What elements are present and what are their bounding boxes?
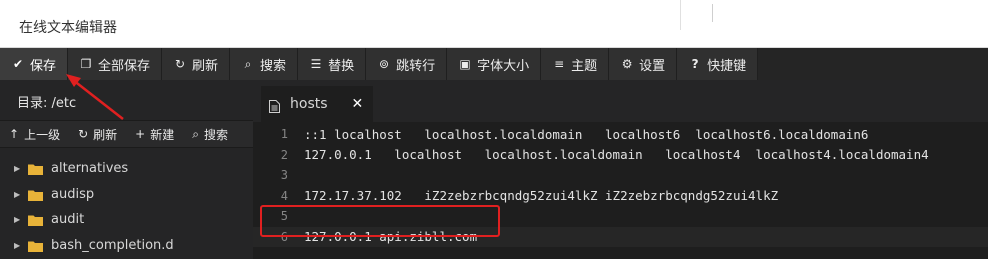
line-text[interactable]: 127.0.0.1 localhost localhost.localdomai… [297,147,929,162]
title-divider-2 [712,4,713,22]
current-directory: 目录: /etc [17,96,77,111]
caret-right-icon[interactable]: ▶ [14,241,28,250]
font-size-button[interactable]: ▣ 字体大小 [447,48,542,80]
tree-item-alternatives[interactable]: ▶ alternatives [0,156,253,182]
caret-right-icon[interactable]: ▶ [14,164,28,173]
gear-icon: ⚙ [621,57,633,71]
title-divider [680,0,681,30]
help-icon: ? [691,57,699,71]
search-icon: ⌕ [192,126,199,141]
editor-tabbar: hosts ✕ [253,80,988,122]
sidebar-search-button[interactable]: ⌕ 搜索 [183,126,237,143]
tab-label: hosts [290,96,328,112]
line-number: 2 [280,147,288,162]
tree-item-label: alternatives [51,161,129,177]
plus-icon: + [135,127,146,141]
tree-item-label: bash_completion.d [51,237,174,253]
line-text[interactable]: 172.17.37.102 iZ2zebzrbcqndg52zui4lkZ iZ… [297,188,778,203]
menu-icon: ≡ [554,57,565,71]
tree-item-label: audisp [51,186,95,202]
file-icon [269,98,280,113]
close-icon[interactable]: ✕ [352,96,364,112]
tree-item-label: audit [51,212,85,228]
line-number: 4 [280,188,288,203]
folder-icon [28,240,43,252]
folder-icon [28,214,43,227]
search-button[interactable]: ⌕ 搜索 [230,48,299,80]
save-all-button[interactable]: ❐ 全部保存 [68,48,163,80]
folder-icon [28,189,43,201]
line-number: 3 [280,168,288,183]
code-line[interactable]: 1 ::1 localhost localhost.localdomain lo… [253,124,988,145]
app-title: 在线文本编辑器 [19,20,117,36]
tree-item-audisp[interactable]: ▶ audisp [0,182,253,208]
line-number: 1 [280,127,288,142]
search-icon: ⌕ [244,56,252,71]
file-tree: ▶ alternatives ▶ audisp ▶ audit ▶ bash_c… [0,148,253,258]
caret-right-icon[interactable]: ▶ [14,190,28,199]
font-size-icon: ▣ [459,57,471,71]
check-icon: ✔ [12,57,24,71]
tree-item-audit[interactable]: ▶ audit [0,207,253,233]
tree-item-bash-completion[interactable]: ▶ bash_completion.d [0,233,253,259]
file-sidebar: 目录: /etc ↑ 上一级 ↻ 刷新 + 新建 ⌕ 搜索 ▶ alternat… [0,80,253,259]
save-button[interactable]: ✔ 保存 [0,48,69,80]
copy-icon: ❐ [80,57,92,71]
replace-icon: ☰ [310,57,322,71]
code-line[interactable]: 2 127.0.0.1 localhost localhost.localdom… [253,145,988,166]
code-line[interactable]: 3 [253,165,988,186]
parent-dir-button[interactable]: ↑ 上一级 [0,126,69,143]
code-line[interactable]: 4 172.17.37.102 iZ2zebzrbcqndg52zui4lkZ … [253,186,988,207]
location-icon: ⊚ [379,57,390,71]
refresh-icon: ↻ [175,57,186,71]
highlight-annotation-box [260,205,500,237]
refresh-icon: ↻ [78,127,89,141]
theme-button[interactable]: ≡ 主题 [541,48,610,80]
settings-button[interactable]: ⚙ 设置 [609,48,678,80]
tab-hosts[interactable]: hosts ✕ [261,86,373,122]
folder-icon [28,163,43,176]
title-bar: 在线文本编辑器 [0,0,988,48]
refresh-button[interactable]: ↻ 刷新 [162,48,231,80]
line-text[interactable]: ::1 localhost localhost.localdomain loca… [297,127,868,142]
toolbar: ✔ 保存 ❐ 全部保存 ↻ 刷新 ⌕ 搜索 ☰ 替换 ⊚ 跳转行 ▣ 字体大小 … [0,48,988,80]
goto-line-button[interactable]: ⊚ 跳转行 [366,48,448,80]
sidebar-refresh-button[interactable]: ↻ 刷新 [69,126,126,143]
toolbar-filler [758,48,988,80]
sidebar-actions: ↑ 上一级 ↻ 刷新 + 新建 ⌕ 搜索 [0,120,253,148]
shortcuts-button[interactable]: ? 快捷键 [677,48,759,80]
caret-right-icon[interactable]: ▶ [14,215,28,224]
new-file-button[interactable]: + 新建 [126,126,183,143]
replace-button[interactable]: ☰ 替换 [298,48,367,80]
arrow-up-icon: ↑ [9,127,20,141]
